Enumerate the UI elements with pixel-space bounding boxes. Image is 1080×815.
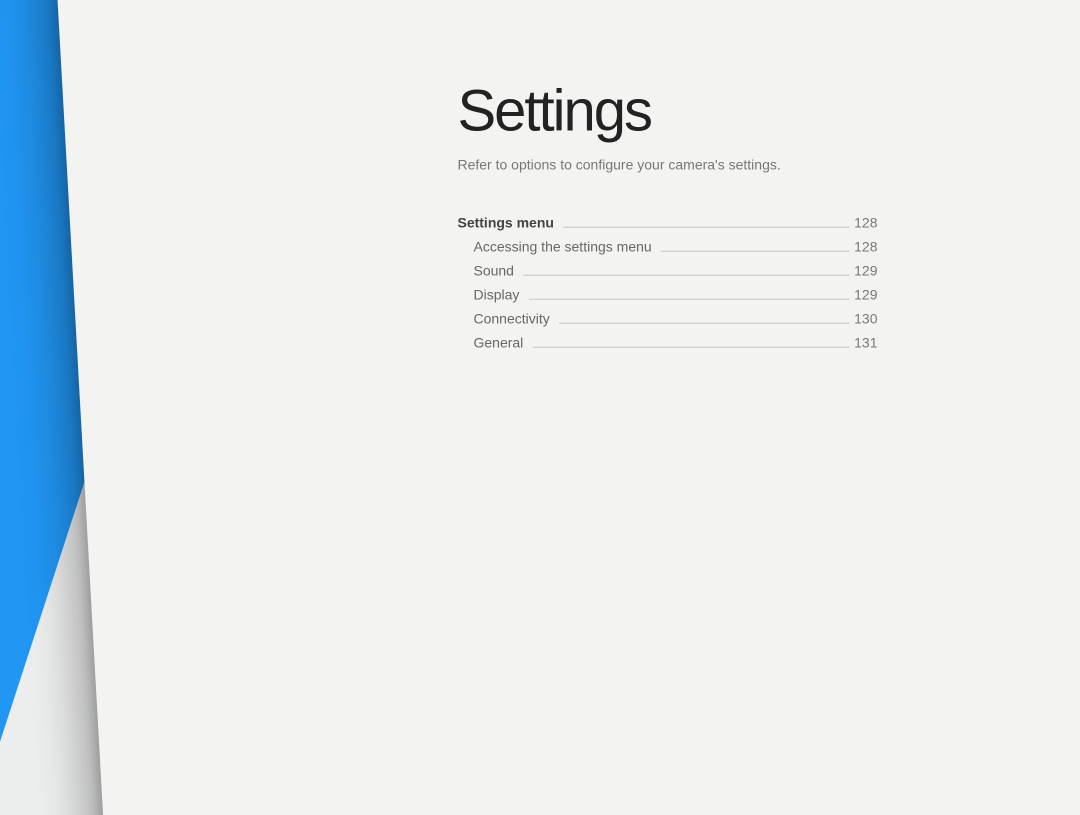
page-content: Settings Refer to options to configure y… bbox=[457, 78, 997, 359]
toc-leader-dots bbox=[533, 347, 848, 348]
toc-leader-dots bbox=[529, 299, 848, 300]
manual-page: Settings Refer to options to configure y… bbox=[55, 0, 1080, 815]
toc-item-label: Accessing the settings menu bbox=[473, 239, 651, 255]
toc-item-row: General 131 bbox=[457, 335, 877, 351]
toc-item-page: 129 bbox=[854, 263, 877, 279]
toc-item-label: Connectivity bbox=[473, 311, 549, 327]
toc-heading-page: 128 bbox=[854, 215, 877, 231]
table-of-contents: Settings menu 128 Accessing the settings… bbox=[457, 215, 877, 351]
toc-heading-row: Settings menu 128 bbox=[457, 215, 877, 231]
toc-item-page: 130 bbox=[854, 311, 877, 327]
page-subtitle: Refer to options to configure your camer… bbox=[457, 157, 997, 173]
toc-leader-dots bbox=[524, 275, 848, 276]
toc-leader-dots bbox=[662, 251, 848, 252]
toc-item-page: 129 bbox=[854, 287, 877, 303]
toc-item-page: 131 bbox=[854, 335, 877, 351]
page-title: Settings bbox=[457, 78, 997, 145]
toc-heading-label: Settings menu bbox=[457, 215, 553, 231]
toc-item-row: Sound 129 bbox=[457, 263, 877, 279]
document-stage: Settings Refer to options to configure y… bbox=[0, 0, 1080, 815]
toc-leader-dots bbox=[564, 227, 848, 228]
toc-item-row: Display 129 bbox=[457, 287, 877, 303]
toc-item-label: General bbox=[473, 335, 523, 351]
toc-item-row: Accessing the settings menu 128 bbox=[457, 239, 877, 255]
toc-item-label: Sound bbox=[473, 263, 513, 279]
toc-leader-dots bbox=[560, 323, 848, 324]
toc-item-page: 128 bbox=[854, 239, 877, 255]
toc-item-label: Display bbox=[473, 287, 519, 303]
toc-item-row: Connectivity 130 bbox=[457, 311, 877, 327]
